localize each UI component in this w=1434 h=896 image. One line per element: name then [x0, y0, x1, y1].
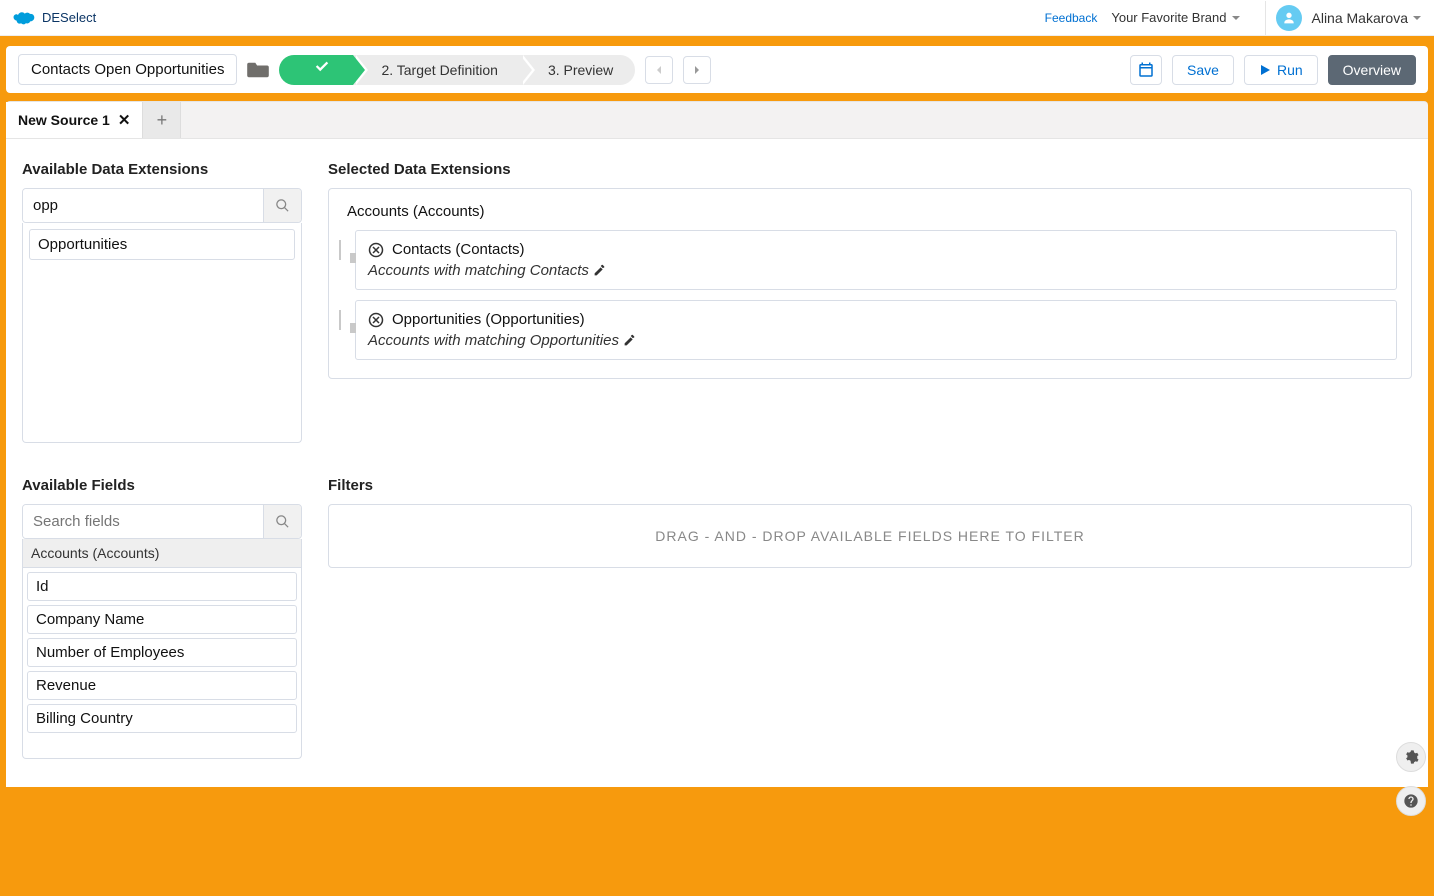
app-name: DESelect	[42, 10, 96, 25]
check-icon	[313, 57, 331, 75]
selected-de-child-block: Contacts (Contacts) Accounts with matchi…	[349, 230, 1397, 290]
step-next-button[interactable]	[683, 56, 711, 84]
available-fields-search	[22, 504, 302, 539]
selected-de-title: Selected Data Extensions	[328, 161, 1412, 178]
save-button[interactable]: Save	[1172, 55, 1234, 85]
brand-dropdown-label: Your Favorite Brand	[1111, 10, 1226, 25]
run-button-label: Run	[1277, 62, 1303, 78]
field-item[interactable]: Company Name	[27, 605, 297, 634]
overview-button[interactable]: Overview	[1328, 55, 1416, 85]
global-header: DESelect Feedback Your Favorite Brand Al…	[0, 0, 1434, 36]
tab-label: New Source 1	[18, 112, 110, 128]
play-icon	[1259, 64, 1271, 76]
help-icon	[1403, 793, 1419, 809]
selected-de-child-opportunities[interactable]: Opportunities (Opportunities) Accounts w…	[355, 300, 1397, 360]
body-grid: Available Data Extensions Opportunities …	[6, 139, 1428, 787]
settings-button[interactable]	[1396, 742, 1426, 772]
available-de-search-input[interactable]	[23, 189, 263, 222]
selected-de-root: Accounts (Accounts)	[343, 203, 1397, 220]
available-fields-search-button[interactable]	[263, 505, 301, 538]
chevron-left-icon	[654, 65, 664, 75]
de-item-opportunities[interactable]: Opportunities	[29, 229, 295, 260]
tree-connector	[350, 253, 356, 263]
step-indicator: 2. Target Definition 3. Preview	[279, 55, 635, 85]
schedule-button[interactable]	[1130, 55, 1162, 85]
folder-icon[interactable]	[247, 61, 269, 79]
selected-de-panel-wrap: Selected Data Extensions Accounts (Accou…	[328, 161, 1412, 443]
add-tab-button[interactable]: +	[143, 102, 181, 138]
selected-de-child-block: Opportunities (Opportunities) Accounts w…	[349, 300, 1397, 360]
available-fields-search-input[interactable]	[23, 505, 263, 538]
available-de-panel: Available Data Extensions Opportunities	[22, 161, 302, 443]
gear-icon	[1403, 749, 1419, 765]
available-de-search-button[interactable]	[263, 189, 301, 222]
brand-dropdown[interactable]: Your Favorite Brand	[1111, 10, 1240, 25]
step-2-target-definition[interactable]: 2. Target Definition	[353, 55, 519, 85]
field-item[interactable]: Number of Employees	[27, 638, 297, 667]
person-icon	[1281, 10, 1297, 26]
fields-group-head: Accounts (Accounts)	[23, 539, 301, 568]
selected-de-panel: Accounts (Accounts) Contacts (Contacts) …	[328, 188, 1412, 379]
filters-dropzone[interactable]: DRAG - AND - DROP AVAILABLE FIELDS HERE …	[328, 504, 1412, 568]
remove-icon[interactable]	[368, 312, 384, 328]
available-de-title: Available Data Extensions	[22, 161, 302, 178]
child-name: Contacts (Contacts)	[392, 241, 525, 258]
tab-new-source-1[interactable]: New Source 1 ✕	[6, 102, 143, 138]
save-button-label: Save	[1187, 62, 1219, 78]
run-button[interactable]: Run	[1244, 55, 1318, 85]
remove-icon[interactable]	[368, 242, 384, 258]
user-name: Alina Makarova	[1312, 10, 1409, 26]
available-fields-title: Available Fields	[22, 477, 302, 494]
action-bar: Contacts Open Opportunities 2. Target De…	[6, 46, 1428, 93]
user-menu[interactable]: Alina Makarova	[1276, 5, 1423, 31]
fields-list: Accounts (Accounts) Id Company Name Numb…	[22, 539, 302, 759]
tree-connector	[350, 323, 356, 333]
caret-down-icon	[1231, 13, 1241, 23]
salesforce-cloud-icon	[12, 10, 36, 26]
child-name: Opportunities (Opportunities)	[392, 311, 585, 328]
filters-title: Filters	[328, 477, 1412, 494]
field-item[interactable]: Billing Country	[27, 704, 297, 733]
search-icon	[275, 514, 290, 529]
help-button[interactable]	[1396, 786, 1426, 816]
right-accent-edge	[1428, 38, 1434, 896]
page-title: Contacts Open Opportunities	[18, 54, 237, 85]
selected-de-child-contacts[interactable]: Contacts (Contacts) Accounts with matchi…	[355, 230, 1397, 290]
field-item[interactable]: Id	[27, 572, 297, 601]
field-item[interactable]: Revenue	[27, 671, 297, 700]
child-desc: Accounts with matching Opportunities	[368, 332, 619, 349]
step-3-preview[interactable]: 3. Preview	[520, 55, 635, 85]
source-tabs: New Source 1 ✕ +	[6, 101, 1428, 139]
main-panel: New Source 1 ✕ + Available Data Extensio…	[6, 101, 1428, 787]
step-1-done[interactable]	[279, 55, 353, 85]
search-icon	[275, 198, 290, 213]
header-divider	[1265, 1, 1266, 35]
filters-panel: Filters DRAG - AND - DROP AVAILABLE FIEL…	[328, 477, 1412, 759]
available-fields-panel: Available Fields Accounts (Accounts) Id …	[22, 477, 302, 759]
pencil-icon[interactable]	[593, 264, 606, 277]
caret-down-icon	[1412, 13, 1422, 23]
available-de-list: Opportunities	[22, 223, 302, 443]
feedback-link[interactable]: Feedback	[1045, 11, 1098, 25]
accent-frame: Contacts Open Opportunities 2. Target De…	[0, 36, 1434, 896]
close-icon[interactable]: ✕	[118, 111, 131, 129]
available-de-search	[22, 188, 302, 223]
child-desc: Accounts with matching Contacts	[368, 262, 589, 279]
avatar	[1276, 5, 1302, 31]
calendar-icon	[1137, 61, 1155, 79]
pencil-icon[interactable]	[623, 334, 636, 347]
floating-buttons	[1396, 742, 1426, 816]
chevron-right-icon	[692, 65, 702, 75]
step-prev-button[interactable]	[645, 56, 673, 84]
